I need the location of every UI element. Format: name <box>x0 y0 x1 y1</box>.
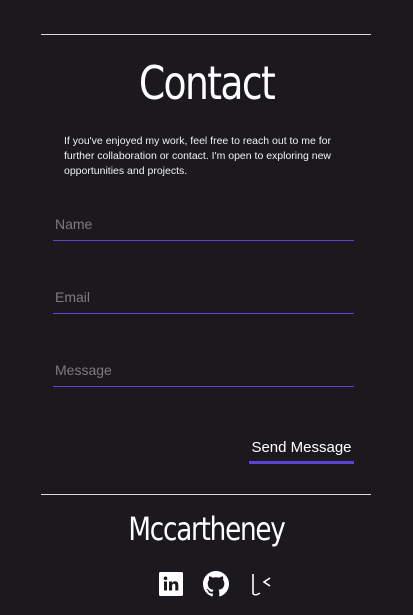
message-field[interactable] <box>53 352 354 387</box>
page-title: Contact <box>138 56 276 110</box>
bottom-divider <box>41 494 371 495</box>
name-field[interactable] <box>53 206 354 241</box>
contact-intro-text: If you've enjoyed my work, feel free to … <box>64 135 331 177</box>
email-input[interactable] <box>55 289 345 305</box>
send-message-button[interactable]: Send Message <box>249 434 354 464</box>
message-input[interactable] <box>55 362 345 378</box>
social-links <box>0 571 413 597</box>
github-icon[interactable] <box>203 571 229 597</box>
email-field[interactable] <box>53 279 354 314</box>
footer-brand: Mccartheney <box>128 510 285 548</box>
top-divider <box>41 34 371 35</box>
kaggle-icon[interactable] <box>248 571 274 597</box>
name-input[interactable] <box>55 216 345 232</box>
linkedin-icon[interactable] <box>158 571 184 597</box>
